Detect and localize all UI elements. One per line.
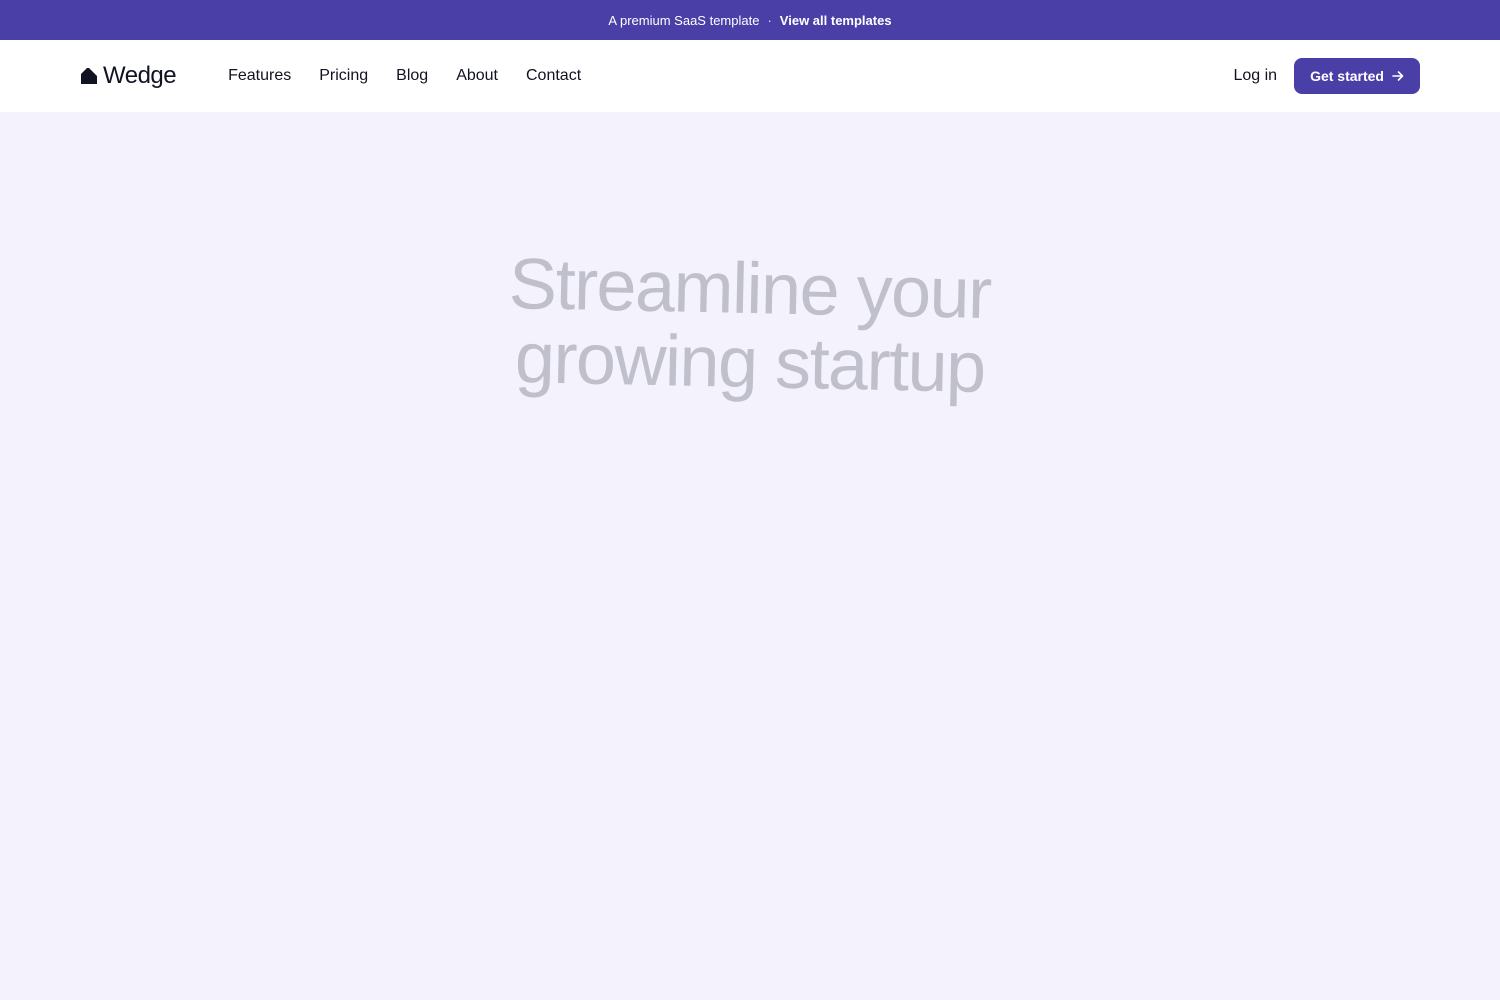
arrow-right-icon xyxy=(1392,70,1404,82)
announcement-bar: A premium SaaS template · View all templ… xyxy=(0,0,1500,40)
get-started-label: Get started xyxy=(1310,68,1384,84)
logo-link[interactable]: Wedge xyxy=(80,62,177,90)
get-started-button[interactable]: Get started xyxy=(1294,58,1420,94)
nav-item-pricing[interactable]: Pricing xyxy=(319,67,368,85)
announcement-separator: · xyxy=(767,12,772,28)
announcement-text: A premium SaaS template xyxy=(608,12,760,28)
wedge-logo-icon xyxy=(81,68,97,84)
logo-text: Wedge xyxy=(103,62,177,89)
login-link[interactable]: Log in xyxy=(1233,67,1277,85)
nav-item-contact[interactable]: Contact xyxy=(526,67,581,85)
hero-title: Streamline your growing startup xyxy=(508,244,991,408)
main-nav: Features Pricing Blog About Contact xyxy=(228,67,609,85)
hero-title-line-1: Streamline your xyxy=(508,243,992,335)
header-actions: Log in Get started xyxy=(1233,58,1420,94)
nav-item-features[interactable]: Features xyxy=(228,67,291,85)
hero-title-line-2: growing startup xyxy=(514,318,986,408)
nav-item-blog[interactable]: Blog xyxy=(396,67,428,85)
site-header: Wedge Features Pricing Blog About Contac… xyxy=(0,40,1500,112)
nav-item-about[interactable]: About xyxy=(456,67,498,85)
hero-section: Streamline your growing startup xyxy=(0,112,1500,1000)
view-all-templates-link[interactable]: View all templates xyxy=(780,13,892,28)
